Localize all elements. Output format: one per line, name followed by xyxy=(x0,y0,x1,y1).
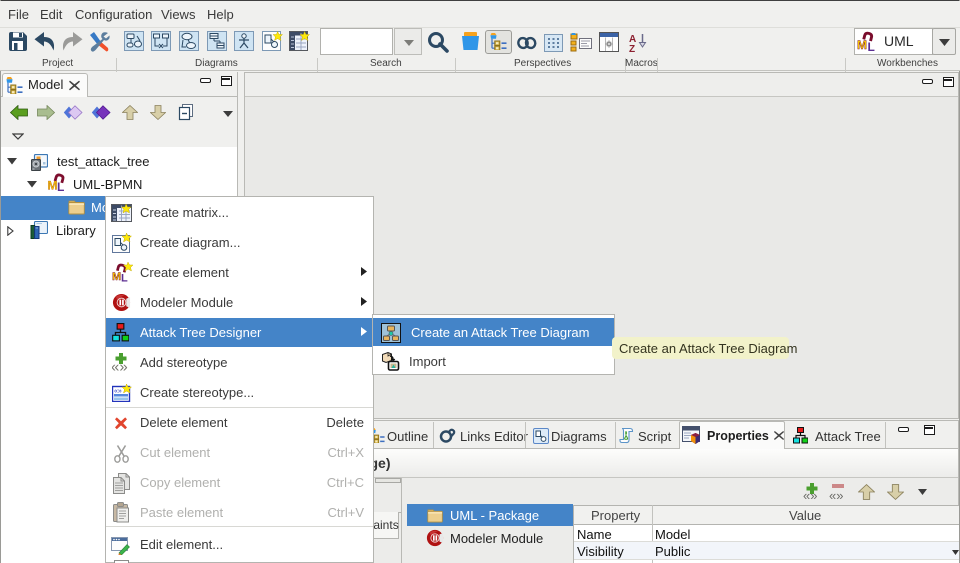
svg-text:L: L xyxy=(57,180,64,192)
svg-text:L: L xyxy=(121,273,128,284)
svg-text:M: M xyxy=(857,38,867,52)
svg-text:M: M xyxy=(112,271,121,283)
svg-text:L: L xyxy=(868,40,875,53)
svg-text:Z: Z xyxy=(629,44,635,53)
svg-text:«»: «» xyxy=(803,488,817,502)
svg-text:«»: «» xyxy=(829,488,843,502)
svg-text:«»: «» xyxy=(114,388,122,395)
svg-text:«»: «» xyxy=(112,359,128,373)
